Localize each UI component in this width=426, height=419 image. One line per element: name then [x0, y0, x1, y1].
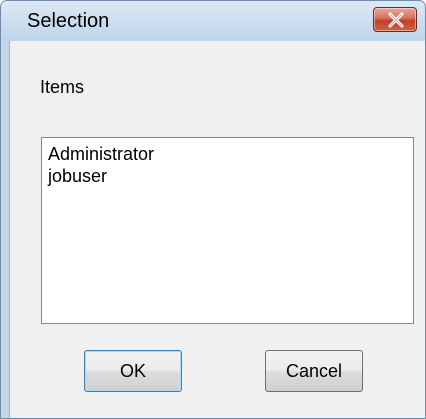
dialog-client-area: Items Administrator jobuser OK Cancel	[9, 41, 425, 418]
selection-dialog: Selection Items Administrator jobuser OK…	[0, 0, 426, 419]
items-label: Items	[40, 77, 85, 97]
list-item-jobuser[interactable]: jobuser	[48, 165, 407, 187]
close-button[interactable]	[373, 7, 417, 32]
title-bar[interactable]: Selection	[1, 1, 425, 41]
ok-button[interactable]: OK	[84, 350, 182, 392]
list-item-administrator[interactable]: Administrator	[48, 143, 407, 165]
close-icon	[388, 12, 404, 28]
window-title: Selection	[27, 10, 110, 32]
cancel-button[interactable]: Cancel	[265, 350, 363, 392]
items-listbox[interactable]: Administrator jobuser	[41, 137, 414, 324]
